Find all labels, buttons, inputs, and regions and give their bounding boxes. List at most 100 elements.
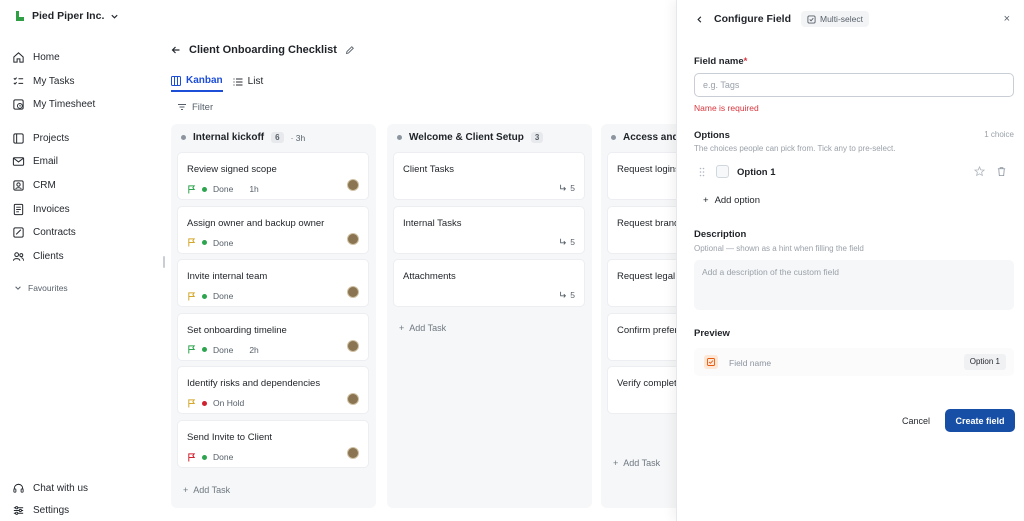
sidebar-item-invoices[interactable]: Invoices <box>12 199 152 219</box>
task-title: Client Tasks <box>403 164 455 175</box>
add-option-button[interactable]: + Add option <box>703 195 760 206</box>
configure-field-panel: Configure Field Multi-select × Field nam… <box>676 0 1024 521</box>
plus-icon: + <box>703 195 709 206</box>
column-status-dot <box>181 135 186 140</box>
sidebar-item-crm[interactable]: CRM <box>12 175 152 195</box>
home-icon <box>13 51 24 63</box>
sidebar: Pied Piper Inc. Home My Tasks My Timeshe… <box>0 0 160 521</box>
sidebar-item-my-tasks[interactable]: My Tasks <box>12 71 152 91</box>
sidebar-item-projects[interactable]: Projects <box>12 128 152 148</box>
task-title: Request legal d documents <box>617 271 681 283</box>
preview-field-label: Field name <box>729 358 772 368</box>
description-textarea[interactable]: Add a description of the custom field <box>694 260 1014 310</box>
priority-flag-icon <box>188 184 196 194</box>
task-card[interactable]: Client Tasks 5 <box>393 152 585 200</box>
checkbox-icon <box>807 14 816 24</box>
list-icon <box>233 78 243 85</box>
tab-kanban[interactable]: Kanban <box>171 73 223 92</box>
task-card[interactable]: Set onboarding timeline Done 2h <box>177 312 369 361</box>
kanban-icon <box>171 75 181 86</box>
assignee-avatar[interactable] <box>347 179 359 191</box>
filter-button[interactable]: Filter <box>171 98 219 116</box>
add-task-button[interactable]: + Add Task <box>399 323 446 333</box>
board-area: Client Onboarding Checklist Kanban List … <box>165 0 681 521</box>
assignee-avatar[interactable] <box>347 286 359 299</box>
assignee-avatar[interactable] <box>347 447 359 459</box>
task-card[interactable]: Request logins <box>607 152 681 200</box>
create-field-button[interactable]: Create field <box>945 409 1015 432</box>
column-count: 3 <box>530 132 544 143</box>
sidebar-item-contracts[interactable]: Contracts <box>12 222 152 242</box>
subtask-count-value: 5 <box>570 290 575 301</box>
sidebar-item-clients[interactable]: Clients <box>12 246 152 266</box>
edit-pencil-icon[interactable] <box>345 45 355 55</box>
assignee-avatar[interactable] <box>347 232 359 245</box>
status-label: Done <box>213 452 234 462</box>
task-card[interactable]: Send Invite to Client Done <box>177 420 369 468</box>
tab-list[interactable]: List <box>233 73 264 92</box>
add-task-button[interactable]: + Add Task <box>183 485 230 495</box>
settings-link[interactable]: Settings <box>12 500 152 520</box>
favourites-label: Favourites <box>28 283 68 293</box>
task-card[interactable]: Confirm prefer <box>607 312 681 361</box>
drag-handle-icon[interactable] <box>699 167 705 177</box>
option-preselect-checkbox[interactable] <box>716 165 729 178</box>
column-title: Access and a <box>623 132 681 143</box>
task-meta: Done 1h <box>187 184 259 194</box>
subtask-count-value: 5 <box>570 236 575 247</box>
description-hint: Optional — shown as a hint when filling … <box>694 244 864 253</box>
tab-label: List <box>247 76 264 87</box>
task-card[interactable]: Request brand <box>607 205 681 254</box>
field-name-label-text: Field name <box>694 56 744 67</box>
sidebar-item-email[interactable]: Email <box>12 151 152 171</box>
chat-with-us-link[interactable]: Chat with us <box>12 478 152 498</box>
task-title: Assign owner and backup owner <box>187 217 325 229</box>
task-card[interactable]: Request legal d documents <box>607 259 681 308</box>
task-title: Confirm prefer <box>617 324 678 336</box>
close-icon[interactable]: × <box>1004 13 1010 25</box>
kanban-column: Welcome & Client Setup 3 Client Tasks 5 In… <box>387 124 592 508</box>
priority-flag-icon <box>188 292 196 301</box>
subtask-icon <box>560 184 567 191</box>
org-switcher[interactable]: Pied Piper Inc. <box>14 10 119 22</box>
plus-icon: + <box>183 485 189 495</box>
task-card[interactable]: Attachments 5 <box>393 259 585 308</box>
task-card[interactable]: Identify risks and dependencies On Hold <box>177 366 369 415</box>
status-dot <box>202 293 207 299</box>
star-icon[interactable] <box>974 166 985 177</box>
sidebar-item-label: Email <box>33 155 59 167</box>
page-title: Client Onboarding Checklist <box>189 44 337 56</box>
assignee-avatar[interactable] <box>347 393 359 406</box>
task-card[interactable]: Assign owner and backup owner Done <box>177 205 369 254</box>
panel-header: Configure Field Multi-select <box>695 11 869 27</box>
sidebar-item-label: Settings <box>33 504 70 516</box>
sidebar-item-label: Projects <box>33 132 70 144</box>
project-header: Client Onboarding Checklist <box>171 44 355 56</box>
chevron-left-icon[interactable] <box>695 15 704 24</box>
sidebar-item-my-timesheet[interactable]: My Timesheet <box>12 94 152 114</box>
task-card[interactable]: Internal Tasks 5 <box>393 205 585 254</box>
options-hint: The choices people can pick from. Tick a… <box>694 144 896 153</box>
add-task-button[interactable]: + Add Task <box>613 458 660 468</box>
sidebar-item-label: Home <box>33 51 60 63</box>
subtask-count-value: 5 <box>570 183 575 193</box>
task-title: Identify risks and dependencies <box>187 378 321 390</box>
task-card[interactable]: Invite internal team Done <box>177 259 369 308</box>
cancel-button[interactable]: Cancel <box>892 410 940 432</box>
preview-label: Preview <box>694 328 730 339</box>
trash-icon[interactable] <box>996 166 1007 177</box>
status-dot <box>202 347 207 353</box>
option-label[interactable]: Option 1 <box>737 167 776 178</box>
field-name-input[interactable] <box>694 73 1014 97</box>
assignee-avatar[interactable] <box>347 339 359 352</box>
back-arrow-icon[interactable] <box>171 45 181 55</box>
kanban-column: Internal kickoff 6 · 3h Review signed sc… <box>171 124 376 508</box>
task-card[interactable]: Review signed scope Done 1h <box>177 152 369 200</box>
task-title: Set onboarding timeline <box>187 324 287 336</box>
time-estimate: 1h <box>249 184 259 194</box>
favourites-toggle[interactable]: Favourites <box>14 283 68 293</box>
required-mark: * <box>743 56 748 67</box>
sidebar-item-home[interactable]: Home <box>12 47 152 67</box>
task-card[interactable]: Verify complete materials <box>607 366 681 415</box>
filter-icon <box>178 103 186 111</box>
